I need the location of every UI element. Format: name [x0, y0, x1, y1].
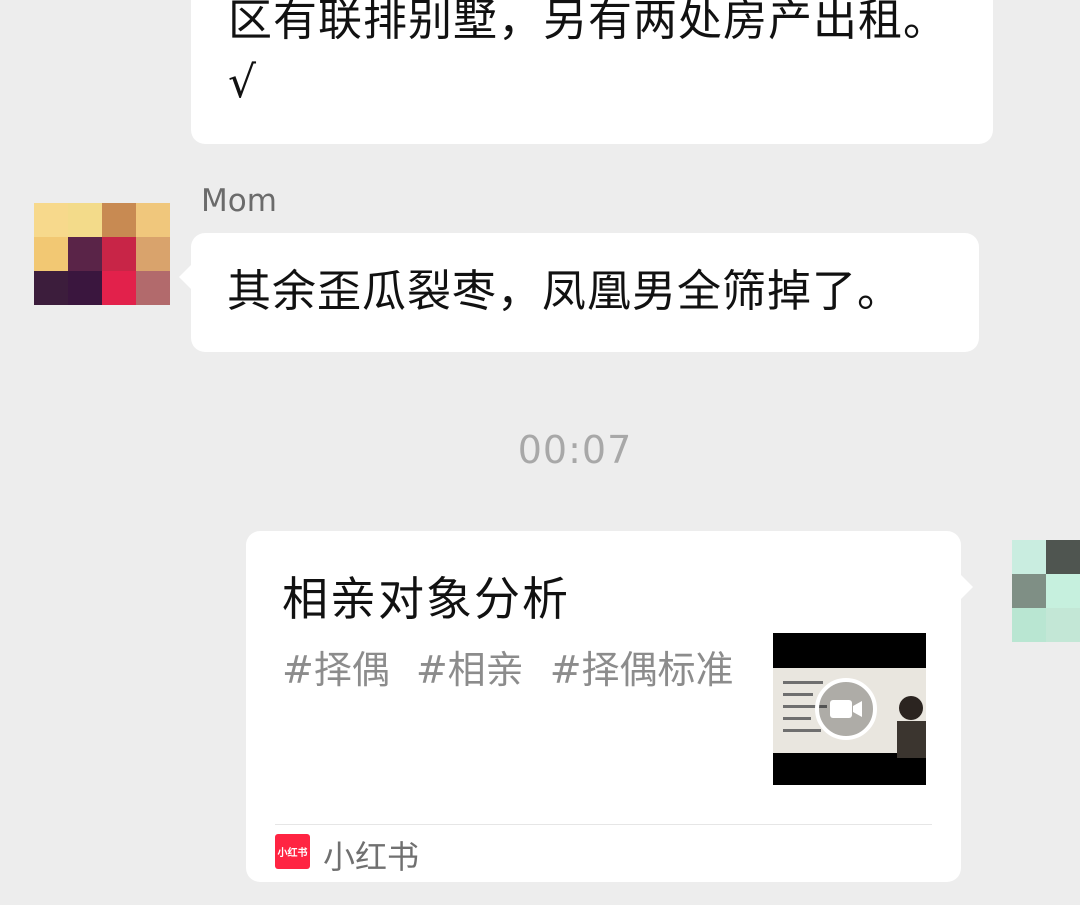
- video-thumbnail[interactable]: [773, 633, 926, 785]
- xiaohongshu-logo-icon: 小红书: [275, 834, 310, 869]
- shared-link-card[interactable]: 相亲对象分析 #择偶 #相亲 #择偶标准 小红书 小红书: [246, 531, 973, 882]
- card-divider: [275, 824, 932, 825]
- video-camera-icon[interactable]: [815, 678, 877, 740]
- message-bubble[interactable]: 其余歪瓜裂枣，凤凰男全筛掉了。: [179, 233, 979, 352]
- sender-name: Mom: [201, 183, 277, 219]
- timestamp: 00:07: [517, 428, 633, 472]
- card-tags: #择偶 #相亲 #择偶标准: [282, 639, 734, 694]
- avatar-mom[interactable]: [34, 203, 170, 305]
- source-name: 小红书: [323, 838, 420, 876]
- message-bubble-previous[interactable]: 区有联排别墅，另有两处房产出租。√: [191, 0, 993, 144]
- person-figure: [897, 696, 926, 758]
- avatar-self[interactable]: [1012, 540, 1080, 642]
- tag: #相亲: [415, 648, 524, 692]
- tag: #择偶标准: [549, 648, 734, 692]
- message-text: 其余歪瓜裂枣，凤凰男全筛掉了。: [227, 266, 902, 317]
- card-title: 相亲对象分析: [282, 572, 570, 626]
- tag: #择偶: [282, 648, 390, 692]
- message-text: 区有联排别墅，另有两处房产出租。√: [228, 0, 948, 108]
